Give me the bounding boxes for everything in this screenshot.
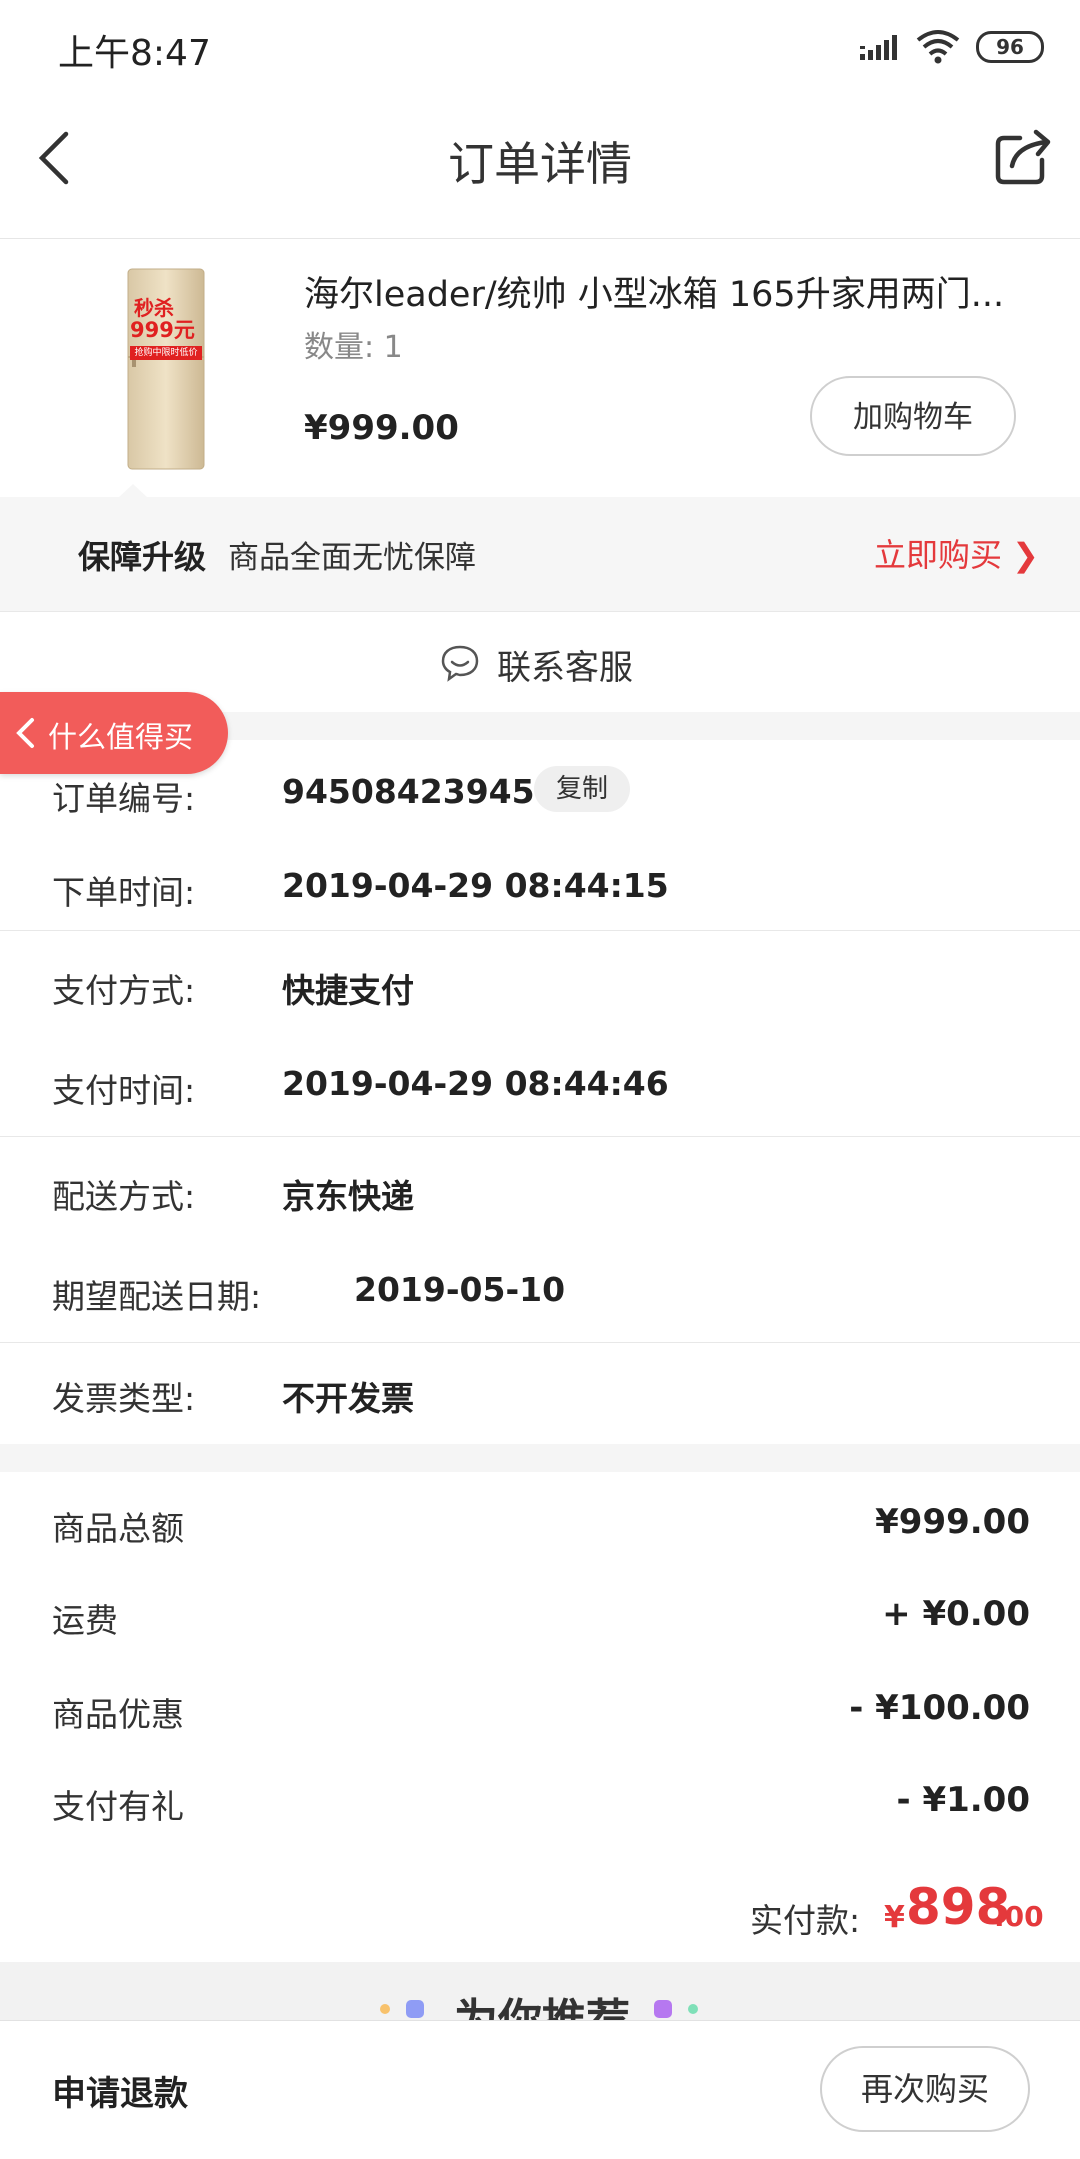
payment-method-value: 快捷支付: [282, 971, 414, 1010]
shipping-value: + ¥0.00: [882, 1594, 1030, 1634]
protection-notch: [118, 484, 148, 498]
wifi-icon: [916, 30, 960, 64]
chat-icon: [441, 645, 479, 682]
delivery-method-value: 京东快递: [282, 1177, 414, 1216]
signal-icon: [860, 35, 897, 60]
protection-description: 商品全面无忧保障: [228, 540, 476, 576]
status-time: 上午8:47: [58, 33, 211, 74]
invoice-type-label: 发票类型:: [52, 1379, 196, 1418]
decor-dot: [380, 2004, 390, 2014]
divider: [0, 1342, 1080, 1343]
expected-delivery-date-label: 期望配送日期:: [52, 1277, 262, 1316]
product-quantity: 数量: 1: [304, 330, 403, 365]
discount-label: 商品优惠: [52, 1695, 184, 1734]
payment-method-label: 支付方式:: [52, 971, 196, 1010]
page-title: 订单详情: [448, 137, 632, 191]
divider: [0, 930, 1080, 931]
decor-dot: [654, 2000, 672, 2018]
invoice-type-value: 不开发票: [282, 1379, 414, 1418]
decor-dot: [406, 2000, 424, 2018]
floating-badge-label: 什么值得买: [48, 720, 194, 754]
chevron-left-icon: [16, 718, 34, 748]
contact-service-label: 联系客服: [497, 648, 633, 688]
protection-buy-link[interactable]: 立即购买 ❯: [874, 530, 1039, 576]
battery-level: 96: [976, 31, 1044, 63]
protection-label: 保障升级: [78, 538, 207, 576]
goods-total-label: 商品总额: [52, 1509, 184, 1548]
order-number-value: 94508423945: [282, 772, 535, 811]
discount-value: - ¥100.00: [849, 1688, 1030, 1728]
product-title[interactable]: 海尔leader/统帅 小型冰箱 165升家用两门...: [304, 266, 1024, 317]
shipping-label: 运费: [52, 1601, 118, 1640]
copy-order-number-button[interactable]: 复制: [534, 766, 630, 812]
payment-gift-value: - ¥1.00: [896, 1780, 1031, 1820]
payment-time-value: 2019-04-29 08:44:46: [282, 1064, 669, 1103]
battery-icon: 96: [976, 31, 1080, 63]
paid-amount-decimal: .00: [994, 1900, 1044, 1933]
product-image-badge-price: 999元: [130, 318, 195, 342]
goods-total-value: ¥999.00: [875, 1502, 1030, 1542]
payment-gift-label: 支付有礼: [52, 1787, 184, 1826]
share-icon[interactable]: [994, 126, 1054, 186]
refund-button[interactable]: 申请退款: [52, 2066, 188, 2115]
add-to-cart-button[interactable]: 加购物车: [810, 376, 1016, 456]
paid-amount-label: 实付款:: [750, 1901, 861, 1940]
product-image-badge-sub: 抢购中限时低价: [130, 346, 202, 360]
buy-again-button[interactable]: 再次购买: [820, 2046, 1030, 2132]
payment-time-label: 支付时间:: [52, 1071, 196, 1110]
paid-amount-currency: ¥: [884, 1900, 905, 1935]
divider: [0, 1136, 1080, 1137]
product-price: ¥999.00: [304, 408, 459, 448]
order-time-label: 下单时间:: [52, 873, 196, 912]
order-number-label: 订单编号:: [52, 779, 196, 818]
expected-delivery-date-value: 2019-05-10: [354, 1270, 566, 1309]
delivery-method-label: 配送方式:: [52, 1177, 196, 1216]
order-time-value: 2019-04-29 08:44:15: [282, 866, 669, 905]
decor-dot: [688, 2004, 698, 2014]
